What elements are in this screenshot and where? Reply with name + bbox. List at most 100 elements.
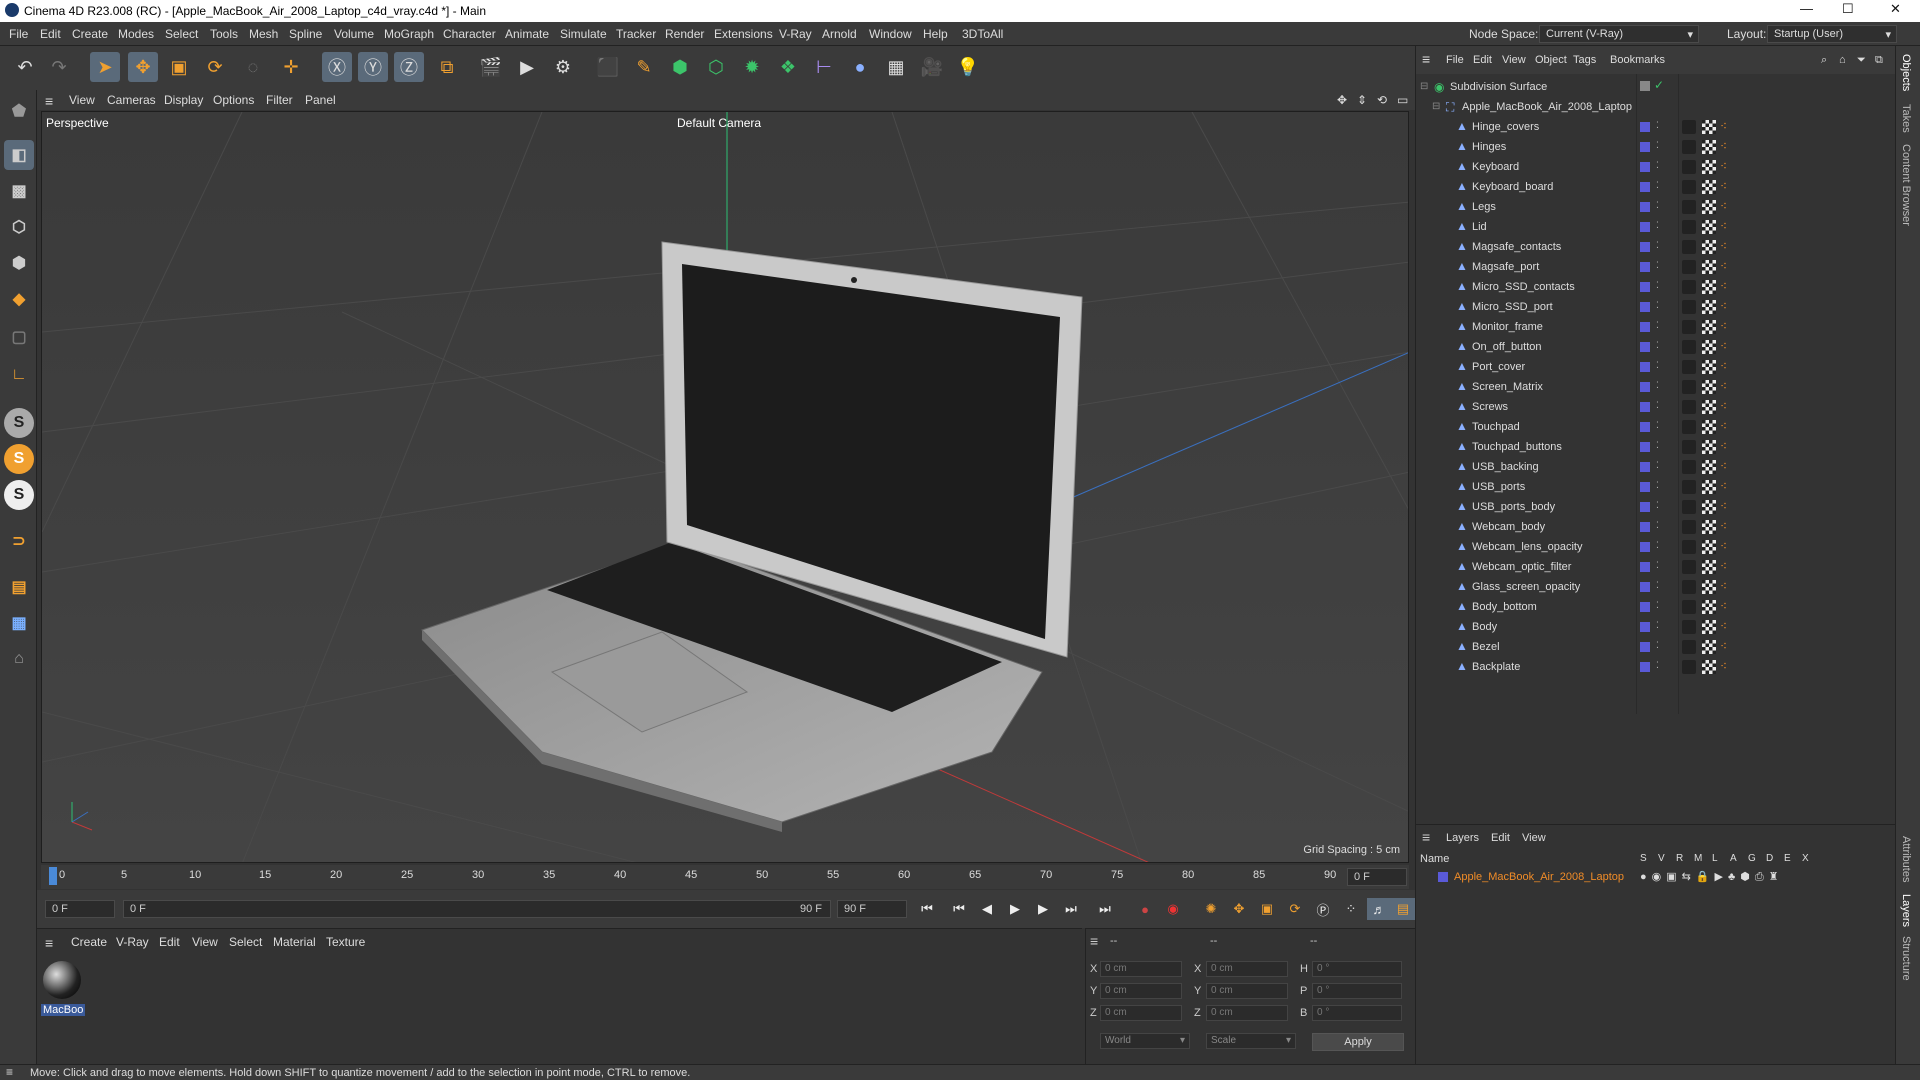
hamburger-icon[interactable]: ≡: [1422, 51, 1430, 67]
current-frame-field[interactable]: 0 F: [1347, 868, 1407, 886]
visibility-dots-icon[interactable]: ⁚: [1656, 520, 1659, 531]
position-z-field[interactable]: 0 cm: [1100, 1005, 1182, 1021]
object-name[interactable]: Hinge_covers: [1472, 121, 1539, 133]
material-tag-icon[interactable]: [1682, 120, 1696, 134]
snap-s-icon[interactable]: S: [4, 408, 34, 438]
object-name[interactable]: Bezel: [1472, 641, 1500, 653]
object-row[interactable]: ▲ Keyboard ⁚ ⁖: [1416, 158, 1896, 178]
texture-tag-icon[interactable]: [1702, 200, 1716, 214]
layer-swatch[interactable]: [1640, 542, 1650, 552]
layer-swatch[interactable]: [1640, 562, 1650, 572]
render-settings-icon[interactable]: ⚙: [548, 52, 578, 82]
visibility-dots-icon[interactable]: ⁚: [1656, 360, 1659, 371]
menu-window[interactable]: Window: [869, 27, 912, 41]
visibility-dots-icon[interactable]: ⁚: [1656, 640, 1659, 651]
position-y-field[interactable]: 0 cm: [1100, 983, 1182, 999]
material-tag-icon[interactable]: [1682, 200, 1696, 214]
vray-tag-icon[interactable]: ⁖: [1720, 659, 1727, 673]
object-row[interactable]: ▲ Touchpad ⁚ ⁖: [1416, 418, 1896, 438]
visibility-dots-icon[interactable]: ⁚: [1656, 220, 1659, 231]
layer-swatch[interactable]: [1640, 382, 1650, 392]
texture-tag-icon[interactable]: [1702, 180, 1716, 194]
layer-column-header[interactable]: V: [1658, 853, 1665, 864]
layer-swatch[interactable]: [1640, 642, 1650, 652]
visibility-dots-icon[interactable]: ⁚: [1656, 120, 1659, 131]
object-name[interactable]: Subdivision Surface: [1450, 81, 1547, 93]
step-forward-keyframe-icon[interactable]: ⏭: [1059, 898, 1083, 920]
visibility-dots-icon[interactable]: ⁚: [1656, 620, 1659, 631]
texture-tag-icon[interactable]: [1702, 280, 1716, 294]
rotation-p-field[interactable]: 0 °: [1312, 983, 1402, 999]
vray-tag-icon[interactable]: ⁖: [1720, 619, 1727, 633]
layer-column-header[interactable]: L: [1712, 853, 1718, 864]
frame-range-slider[interactable]: 0 F 90 F: [123, 900, 831, 918]
undo-icon[interactable]: ↶: [10, 52, 40, 82]
layer-swatch[interactable]: [1640, 422, 1650, 432]
render-region-icon[interactable]: 🎬: [476, 52, 506, 82]
hamburger-icon[interactable]: ≡: [1090, 933, 1098, 949]
visibility-dots-icon[interactable]: ⁚: [1656, 260, 1659, 271]
vray-tag-icon[interactable]: ⁖: [1720, 179, 1727, 193]
object-row[interactable]: ▲ USB_ports_body ⁚ ⁖: [1416, 498, 1896, 518]
object-name[interactable]: Magsafe_contacts: [1472, 241, 1561, 253]
vray-tag-icon[interactable]: ⁖: [1720, 419, 1727, 433]
object-row[interactable]: ▲ Body_bottom ⁚ ⁖: [1416, 598, 1896, 618]
x-axis-icon[interactable]: Ⓧ: [322, 52, 352, 82]
minimize-button[interactable]: —: [1800, 1, 1813, 16]
texture-tag-icon[interactable]: [1702, 580, 1716, 594]
object-menu-tags[interactable]: Tags: [1573, 54, 1596, 66]
visibility-dots-icon[interactable]: ⁚: [1656, 400, 1659, 411]
step-forward-icon[interactable]: ▶: [1031, 898, 1055, 920]
y-axis-icon[interactable]: Ⓨ: [358, 52, 388, 82]
edges-mode-icon[interactable]: ⬢: [4, 248, 34, 278]
material-menu-view[interactable]: View: [192, 935, 218, 949]
layer-swatch[interactable]: [1640, 662, 1650, 672]
object-name[interactable]: Touchpad_buttons: [1472, 441, 1562, 453]
layer-swatch[interactable]: [1640, 342, 1650, 352]
material-tag-icon[interactable]: [1682, 420, 1696, 434]
material-menu-create[interactable]: Create: [71, 935, 107, 949]
uv-mode-icon[interactable]: ▢: [4, 322, 34, 352]
key-pla-icon[interactable]: ⁘: [1339, 898, 1363, 920]
viewport-menu-options[interactable]: Options: [213, 93, 254, 107]
vray-tag-icon[interactable]: ⁖: [1720, 259, 1727, 273]
visibility-dots-icon[interactable]: ⁚: [1656, 140, 1659, 151]
deformer-icon[interactable]: ⊢: [809, 52, 839, 82]
key-scale-icon[interactable]: ▣: [1255, 898, 1279, 920]
menu-tools[interactable]: Tools: [210, 27, 238, 41]
object-name[interactable]: Legs: [1472, 201, 1496, 213]
layer-swatch[interactable]: [1640, 282, 1650, 292]
tab-layers[interactable]: Layers: [1900, 894, 1912, 927]
layer-swatch[interactable]: [1640, 522, 1650, 532]
record-icon[interactable]: ◉: [1161, 898, 1185, 920]
object-row[interactable]: ▲ Keyboard_board ⁚ ⁖: [1416, 178, 1896, 198]
visibility-dots-icon[interactable]: ⁚: [1656, 500, 1659, 511]
object-name[interactable]: Touchpad: [1472, 421, 1520, 433]
object-name[interactable]: USB_ports_body: [1472, 501, 1555, 513]
node-space-dropdown[interactable]: Current (V-Ray) ▾: [1539, 25, 1699, 43]
layer-swatch[interactable]: [1640, 262, 1650, 272]
grid-icon[interactable]: ▦: [4, 608, 34, 638]
layer-swatch[interactable]: [1640, 362, 1650, 372]
coordinate-mode-dropdown[interactable]: Scale ▾: [1206, 1033, 1296, 1049]
enabled-check-icon[interactable]: ✓: [1654, 78, 1664, 92]
spline-pen-icon[interactable]: ✎: [629, 52, 659, 82]
motion-tracking-icon[interactable]: ♬: [1367, 898, 1391, 920]
object-name[interactable]: Monitor_frame: [1472, 321, 1543, 333]
vray-tag-icon[interactable]: ⁖: [1720, 339, 1727, 353]
layer-swatch[interactable]: [1640, 482, 1650, 492]
vray-tag-icon[interactable]: ⁖: [1720, 279, 1727, 293]
layer-swatch[interactable]: [1640, 242, 1650, 252]
object-menu-object[interactable]: Object: [1535, 54, 1567, 66]
model-mode-icon[interactable]: ◧: [4, 140, 34, 170]
material-menu-edit[interactable]: Edit: [159, 935, 180, 949]
vray-tag-icon[interactable]: ⁖: [1720, 439, 1727, 453]
mograph-icon[interactable]: ❖: [773, 52, 803, 82]
material-tag-icon[interactable]: [1682, 440, 1696, 454]
vray-tag-icon[interactable]: ⁖: [1720, 599, 1727, 613]
home-icon[interactable]: ⌂: [1839, 54, 1846, 66]
play-icon[interactable]: ▶: [1003, 898, 1027, 920]
object-name[interactable]: Body_bottom: [1472, 601, 1537, 613]
axis-mode-icon[interactable]: ∟: [4, 360, 34, 390]
light-icon[interactable]: 💡: [953, 52, 983, 82]
